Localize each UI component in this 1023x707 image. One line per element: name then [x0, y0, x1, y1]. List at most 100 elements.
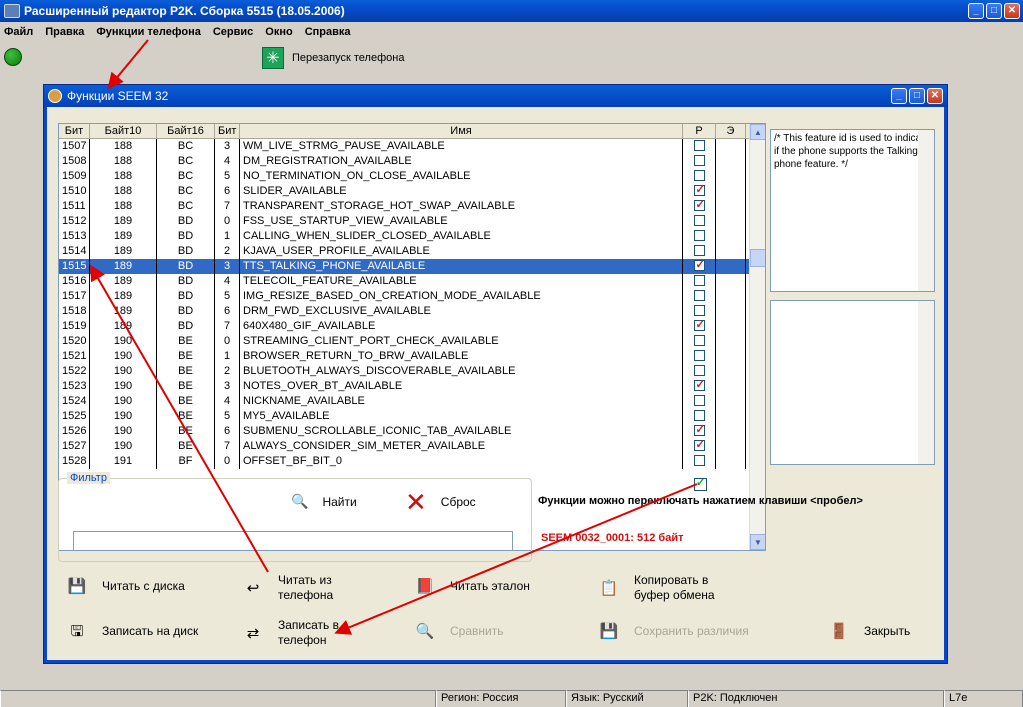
menu-phone-functions[interactable]: Функции телефона [96, 26, 200, 38]
save-diff-button[interactable]: 💾 Сохранить различия [598, 624, 749, 639]
cell-p [683, 454, 716, 469]
col-byte16[interactable]: Байт16 [157, 124, 215, 138]
scroll-down-icon[interactable]: ▼ [750, 534, 765, 550]
minimize-button[interactable]: _ [968, 3, 984, 19]
read-reference-button[interactable]: 📕 Читать эталон [414, 579, 530, 594]
feature-checkbox[interactable] [693, 395, 705, 406]
table-row[interactable]: 1527 190 BE 7 ALWAYS_CONSIDER_SIM_METER_AVAI… [59, 439, 765, 454]
menu-file[interactable]: Файл [4, 26, 33, 38]
secondary-description-box[interactable] [770, 300, 935, 465]
col-bit-index[interactable]: Бит [215, 124, 240, 138]
table-row[interactable]: 1528 191 BF 0 OFFSET_BF_BIT_0 [59, 454, 765, 469]
feature-checkbox[interactable] [693, 215, 705, 226]
feature-checkbox[interactable] [693, 455, 705, 466]
menu-window[interactable]: Окно [265, 26, 292, 38]
menu-edit[interactable]: Правка [45, 26, 84, 38]
dialog-maximize-button[interactable]: □ [909, 88, 925, 104]
cell-bit-index: 6 [215, 424, 240, 439]
read-phone-button[interactable]: ↩ Читать из телефона [242, 573, 348, 603]
cell-bit: 1508 [59, 154, 90, 169]
feature-checkbox[interactable] [693, 379, 705, 392]
dialog-minimize-button[interactable]: _ [891, 88, 907, 104]
cell-bit: 1526 [59, 424, 90, 439]
feature-checkbox[interactable] [693, 365, 705, 376]
table-row[interactable]: 1511 188 BC 7 TRANSPARENT_STORAGE_HOT_SWAP_A… [59, 199, 765, 214]
close-button[interactable]: ✕ [1004, 3, 1020, 19]
feature-checkbox[interactable] [693, 140, 705, 151]
compare-button[interactable]: 🔍 Сравнить [414, 624, 504, 639]
statusbar: Регион: Россия Язык: Русский P2K: Подклю… [0, 690, 1023, 707]
table-row[interactable]: 1525 190 BE 5 MY5_AVAILABLE [59, 409, 765, 424]
menu-service[interactable]: Сервис [213, 26, 253, 38]
table-row[interactable]: 1516 189 BD 4 TELECOIL_FEATURE_AVAILABLE [59, 274, 765, 289]
scroll-up-icon[interactable]: ▲ [750, 124, 765, 140]
cell-bit: 1520 [59, 334, 90, 349]
filter-input[interactable] [73, 531, 513, 551]
col-name[interactable]: Имя [240, 124, 683, 138]
col-p[interactable]: Р [683, 124, 716, 138]
feature-checkbox[interactable] [693, 245, 705, 256]
table-row[interactable]: 1514 189 BD 2 KJAVA_USER_PROFILE_AVAILABLE [59, 244, 765, 259]
cell-byte16: BE [157, 394, 215, 409]
dialog-window-controls: _ □ ✕ [891, 88, 943, 104]
table-row[interactable]: 1509 188 BC 5 NO_TERMINATION_ON_CLOSE_AVAILA… [59, 169, 765, 184]
feature-checkbox[interactable] [693, 350, 705, 361]
feature-checkbox[interactable] [693, 275, 705, 286]
dialog-close-button[interactable]: ✕ [927, 88, 943, 104]
copy-clipboard-button[interactable]: 📋 Копировать в буфер обмена [598, 573, 729, 603]
table-row[interactable]: 1513 189 BD 1 CALLING_WHEN_SLIDER_CLOSED_AVA… [59, 229, 765, 244]
feature-checkbox[interactable] [693, 170, 705, 181]
table-row[interactable]: 1512 189 BD 0 FSS_USE_STARTUP_VIEW_AVAILABLE [59, 214, 765, 229]
feature-checkbox[interactable] [693, 259, 705, 272]
restart-phone-button[interactable]: ✳ Перезапуск телефона [262, 47, 404, 69]
cell-e [716, 364, 746, 379]
cell-byte10: 188 [90, 154, 157, 169]
table-row[interactable]: 1526 190 BE 6 SUBMENU_SCROLLABLE_ICONIC_TAB_… [59, 424, 765, 439]
description-box[interactable]: /* This feature id is used to indicate i… [770, 129, 935, 292]
table-row[interactable]: 1520 190 BE 0 STREAMING_CLIENT_PORT_CHECK_AV… [59, 334, 765, 349]
cell-e [716, 259, 746, 274]
table-row[interactable]: 1507 188 BC 3 WM_LIVE_STRMG_PAUSE_AVAILABLE [59, 139, 765, 154]
maximize-button[interactable]: □ [986, 3, 1002, 19]
find-button[interactable]: 🔍 Найти [291, 493, 357, 510]
table-row[interactable]: 1519 189 BD 7 640X480_GIF_AVAILABLE [59, 319, 765, 334]
feature-checkbox[interactable] [693, 424, 705, 437]
write-disk-button[interactable]: 🖫 Записать на диск [66, 624, 199, 639]
feature-checkbox[interactable] [693, 439, 705, 452]
cell-e [716, 379, 746, 394]
feature-checkbox[interactable] [693, 319, 705, 332]
cell-byte16: BC [157, 154, 215, 169]
feature-checkbox[interactable] [693, 335, 705, 346]
table-row[interactable]: 1521 190 BE 1 BROWSER_RETURN_TO_BRW_AVAILABL… [59, 349, 765, 364]
reset-button[interactable]: ✕ Сброс [405, 489, 476, 515]
table-row[interactable]: 1517 189 BD 5 IMG_RESIZE_BASED_ON_CREATION_M… [59, 289, 765, 304]
table-row[interactable]: 1510 188 BC 6 SLIDER_AVAILABLE [59, 184, 765, 199]
feature-checkbox[interactable] [693, 290, 705, 301]
table-scrollbar[interactable]: ▲ ▼ [749, 124, 765, 550]
menu-help[interactable]: Справка [305, 26, 351, 38]
feature-checkbox[interactable] [693, 410, 705, 421]
scroll-thumb[interactable] [750, 249, 765, 267]
feature-checkbox[interactable] [693, 184, 705, 197]
table-row[interactable]: 1508 188 BC 4 DM_REGISTRATION_AVAILABLE [59, 154, 765, 169]
table-row[interactable]: 1515 189 BD 3 TTS_TALKING_PHONE_AVAILABLE [59, 259, 765, 274]
feature-checkbox[interactable] [693, 155, 705, 166]
col-byte10[interactable]: Байт10 [90, 124, 157, 138]
description-scrollbar[interactable] [918, 130, 934, 291]
write-phone-button[interactable]: ⇄ Записать в телефон [242, 618, 348, 648]
col-bit[interactable]: Бит [59, 124, 90, 138]
filter-group: Фильтр 🔍 Найти ✕ Сброс [58, 472, 532, 562]
col-e[interactable]: Э [716, 124, 746, 138]
feature-checkbox[interactable] [693, 305, 705, 316]
table-row[interactable]: 1524 190 BE 4 NICKNAME_AVAILABLE [59, 394, 765, 409]
close-dialog-button[interactable]: 🚪 Закрыть [828, 624, 911, 639]
read-disk-button[interactable]: 💾 Читать с диска [66, 579, 185, 594]
space-toggle-checkbox[interactable] [694, 476, 707, 491]
table-row[interactable]: 1518 189 BD 6 DRM_FWD_EXCLUSIVE_AVAILABLE [59, 304, 765, 319]
feature-checkbox[interactable] [693, 199, 705, 212]
feature-checkbox[interactable] [693, 230, 705, 241]
table-row[interactable]: 1523 190 BE 3 NOTES_OVER_BT_AVAILABLE [59, 379, 765, 394]
table-row[interactable]: 1522 190 BE 2 BLUETOOTH_ALWAYS_DISCOVERABLE_… [59, 364, 765, 379]
cell-byte10: 190 [90, 394, 157, 409]
secondary-scrollbar[interactable] [918, 301, 934, 464]
